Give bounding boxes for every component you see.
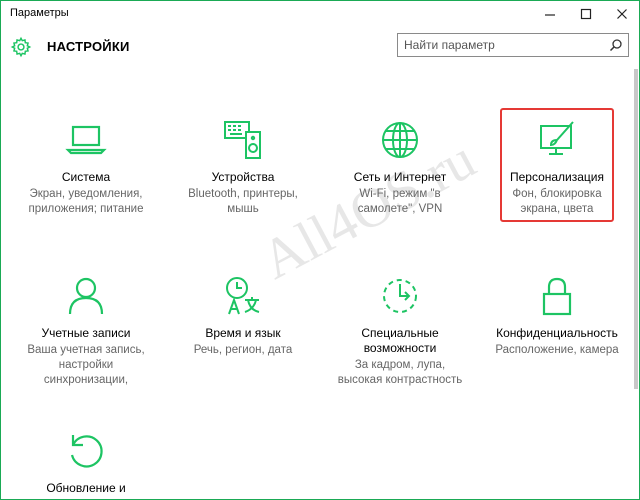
maximize-icon [580,8,592,20]
search-box[interactable] [397,33,629,57]
tile-devices[interactable]: Устройства Bluetooth, принтеры, мышь [168,118,318,217]
tile-accessibility[interactable]: Специальные возможности За кадром, лупа,… [325,274,475,388]
close-icon [617,9,627,19]
tile-title: Время и язык [205,326,281,340]
tile-description: Экран, уведомления, приложения; питание [28,188,144,215]
time-language-icon [226,277,260,315]
maximize-button[interactable] [567,1,605,27]
tile-network[interactable]: Сеть и Интернет Wi-Fi, режим "в самолете"… [325,118,475,217]
tile-accounts[interactable]: Учетные записи Ваша учетная запись, настр… [11,274,161,388]
search-icon[interactable] [609,38,623,52]
personalization-icon [540,121,574,155]
tile-title: Учетные записи [41,326,131,340]
update-icon [70,435,103,468]
person-icon [68,277,104,315]
tile-update[interactable]: Обновление и [11,429,161,496]
close-button[interactable] [603,1,639,27]
tile-description: Ваша учетная запись, настройки синхронизац… [27,344,145,386]
accessibility-icon [383,279,417,313]
title-bar[interactable]: Параметры [1,1,639,27]
tile-title: Конфиденциальность [496,326,618,340]
globe-icon [382,122,418,158]
settings-window: Параметры НАСТРОЙКИ Найти параметр Систе… [0,0,640,500]
tile-title: Специальные возможности [361,326,439,355]
gear-icon [10,36,32,58]
tile-personalization[interactable]: Персонализация Фон, блокировка экрана, цв… [482,118,632,217]
tile-description: Фон, блокировка экрана, цвета [512,188,602,215]
search-input[interactable] [398,34,604,56]
minimize-icon [545,14,555,16]
tile-title: Персонализация [509,170,605,184]
tile-description: Расположение, камера [495,344,619,356]
laptop-icon [65,125,107,155]
tile-description: Bluetooth, принтеры, мышь [188,188,298,215]
tile-time-language[interactable]: Время и язык Речь, регион, дата [168,274,318,358]
scrollbar[interactable] [634,69,638,389]
tile-title: Обновление и [46,481,126,495]
settings-header: НАСТРОЙКИ [1,27,639,69]
tile-title: Устройства [211,170,275,184]
devices-icon [224,121,261,159]
tile-title: Сеть и Интернет [353,170,447,184]
tile-privacy[interactable]: Конфиденциальность Расположение, камера [482,274,632,358]
tile-description: Wi-Fi, режим "в самолете", VPN [357,188,443,215]
tile-description: За кадром, лупа, высокая контрастность [337,359,463,386]
page-title: НАСТРОЙКИ [47,39,130,54]
tile-system[interactable]: Система Экран, уведомления, приложения; п… [11,118,161,217]
lock-icon [542,277,572,316]
minimize-button[interactable] [531,1,569,27]
tile-title: Система [61,170,111,184]
window-title: Параметры [10,7,69,19]
tile-description: Речь, регион, дата [193,344,293,356]
